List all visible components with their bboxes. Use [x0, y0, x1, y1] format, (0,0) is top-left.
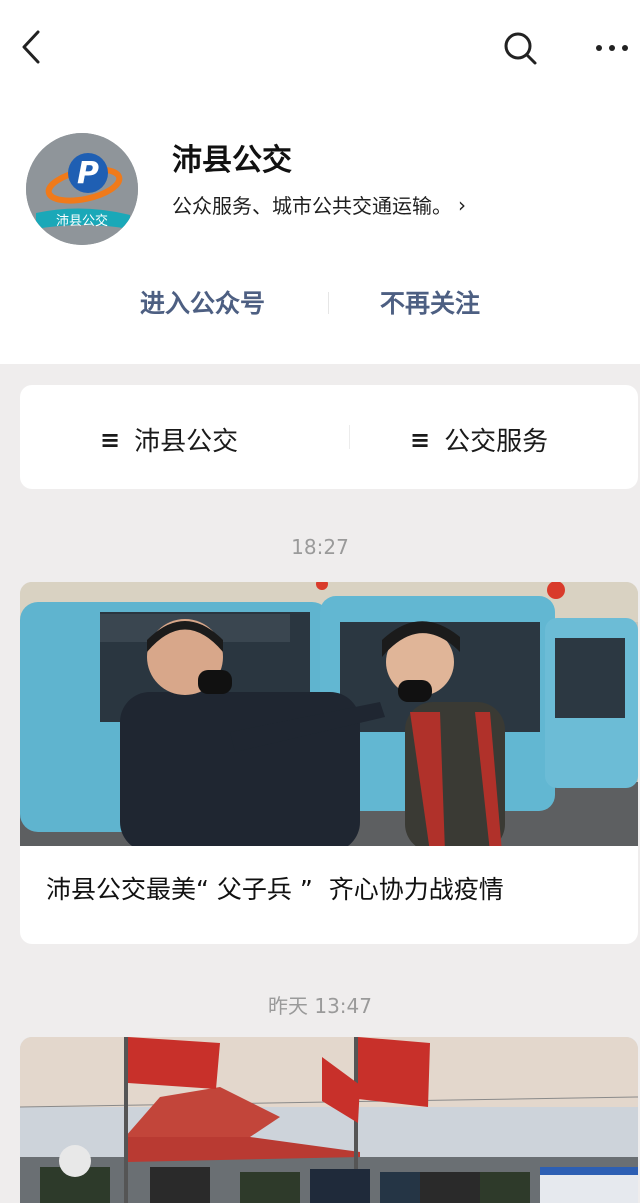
- logo-caption: 沛县公交: [56, 213, 108, 229]
- menu-divider: [349, 425, 350, 449]
- menu-bar: ≡ 沛县公交 ≡ 公交服务: [20, 385, 638, 489]
- more-dots-icon: [596, 45, 628, 51]
- message-timestamp: 昨天 13:47: [268, 994, 372, 1018]
- logo-letter: P: [77, 156, 99, 191]
- menu-item-label: 公交服务: [444, 427, 549, 457]
- account-name: 沛县公交: [172, 143, 292, 178]
- search-button[interactable]: [500, 28, 540, 68]
- top-bar: [0, 0, 640, 96]
- account-actions: 进入公众号 不再关注: [0, 280, 640, 326]
- search-icon: [504, 32, 537, 65]
- account-description: 公众服务、城市公共交通运输。: [172, 194, 452, 218]
- article-cover-image: [20, 1037, 638, 1203]
- action-divider: [328, 292, 329, 314]
- account-header: P 沛县公交 沛县公交 公众服务、城市公共交通运输。 › 进入公众号 不再关注: [0, 0, 640, 364]
- menu-icon: ≡: [100, 425, 121, 454]
- menu-icon: ≡: [410, 425, 431, 454]
- article-title: 沛县公交最美“ 父子兵 ” 齐心协力战疫情: [46, 875, 504, 904]
- enter-account-button[interactable]: 进入公众号: [140, 284, 265, 320]
- more-options-button[interactable]: [592, 32, 632, 62]
- account-description-link[interactable]: 公众服务、城市公共交通运输。 ›: [172, 190, 466, 219]
- bus-logo-icon: P 沛县公交: [26, 133, 138, 245]
- chevron-right-icon: ›: [458, 192, 466, 217]
- menu-item-bus-service[interactable]: ≡ 公交服务: [410, 421, 548, 458]
- message-timestamp: 18:27: [291, 535, 349, 559]
- article-card[interactable]: 沛县公交最美“ 父子兵 ” 齐心协力战疫情: [20, 582, 638, 944]
- article-cover-image: [20, 582, 638, 846]
- back-arrow-icon: [22, 30, 40, 64]
- unfollow-button[interactable]: 不再关注: [380, 284, 480, 320]
- menu-item-label: 沛县公交: [134, 427, 239, 457]
- menu-item-pei-xian-bus[interactable]: ≡ 沛县公交: [100, 421, 238, 458]
- article-card[interactable]: [20, 1037, 638, 1203]
- back-button[interactable]: [18, 28, 48, 66]
- account-avatar[interactable]: P 沛县公交: [26, 133, 138, 245]
